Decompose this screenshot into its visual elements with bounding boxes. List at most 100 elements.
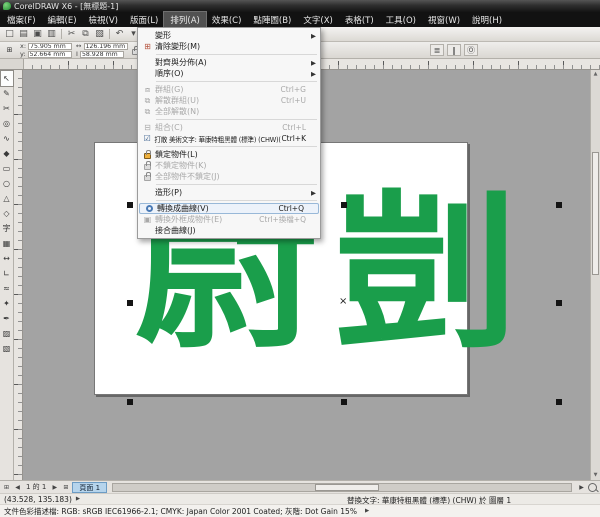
menu-item-shaping[interactable]: 造形(P) ▶ xyxy=(138,187,320,198)
rectangle-tool[interactable]: ▭ xyxy=(1,161,13,176)
horizontal-scrollbar[interactable] xyxy=(112,483,572,492)
menu-item-convert-to-curves[interactable]: 轉換成曲線(V) Ctrl+Q xyxy=(139,203,319,214)
dimension-tool[interactable]: ↔ xyxy=(1,251,13,266)
selection-handle-bottom-left[interactable] xyxy=(127,399,133,405)
new-document-icon[interactable]: □ xyxy=(3,28,16,41)
menu-separator xyxy=(156,200,317,201)
arrange-menu-popup: 變形 ▶ ⊞ 清除變形(M) 對齊與分佈(A) ▶ 順序(O) ▶ ⧈ 群組(G… xyxy=(137,27,321,239)
unlock-all-icon xyxy=(144,175,151,181)
outline-to-object-icon: ▣ xyxy=(140,215,155,224)
vertical-scrollbar[interactable]: ▲ ▼ xyxy=(590,70,600,480)
toolbar-separator xyxy=(109,29,110,39)
menu-item-transformations[interactable]: 變形 ▶ xyxy=(138,30,320,41)
text-columns-icon[interactable]: ‖ xyxy=(447,44,461,56)
first-page-button[interactable]: ◀ xyxy=(13,484,22,491)
profile-flyout-icon[interactable]: ▶ xyxy=(365,508,369,514)
menu-item-group: ⧈ 群組(G) Ctrl+G xyxy=(138,84,320,95)
selection-handle-top-middle[interactable] xyxy=(341,202,347,208)
selection-handle-bottom-middle[interactable] xyxy=(341,399,347,405)
last-page-button[interactable]: ▶ xyxy=(50,484,59,491)
smart-fill-tool[interactable]: ◆ xyxy=(1,146,13,161)
menu-file[interactable]: 檔案(F) xyxy=(1,12,42,27)
vertical-scroll-thumb[interactable] xyxy=(592,152,599,275)
eyedropper-tool[interactable]: ✦ xyxy=(1,296,13,311)
basic-shapes-tool[interactable]: ◇ xyxy=(1,206,13,221)
toolbox: ↖ ✎ ✂ ◎ ∿ ◆ ▭ ○ △ ◇ 字 ▦ ↔ ∟ ≈ ✦ ✒ ▨ ▧ xyxy=(0,70,14,480)
paste-icon[interactable]: ▧ xyxy=(93,28,106,41)
shape-tool[interactable]: ✎ xyxy=(1,86,13,101)
height-icon: Ⅰ xyxy=(76,50,78,58)
menu-tools[interactable]: 工具(O) xyxy=(380,12,422,27)
page-navigator-bar: ⊞ ◀ 1 的 1 ▶ ⊞ 頁面 1 ▶ xyxy=(0,480,600,493)
scroll-down-icon[interactable]: ▼ xyxy=(591,471,600,480)
crop-tool[interactable]: ✂ xyxy=(1,101,13,116)
polygon-tool[interactable]: △ xyxy=(1,191,13,206)
selection-handle-top-right[interactable] xyxy=(556,202,562,208)
table-tool[interactable]: ▦ xyxy=(1,236,13,251)
add-page-button-right[interactable]: ⊞ xyxy=(61,484,70,491)
selection-center-marker[interactable]: × xyxy=(339,298,347,306)
selection-handle-bottom-right[interactable] xyxy=(556,399,562,405)
menu-layout[interactable]: 版面(L) xyxy=(124,12,164,27)
outline-pen-tool[interactable]: ✒ xyxy=(1,311,13,326)
menu-item-break-apart[interactable]: ☑ 打散 美術文字: 華康特粗黑體 (標準) (CHW)(B) Ctrl+K xyxy=(138,133,320,144)
vertical-ruler[interactable] xyxy=(14,70,23,480)
unlock-icon xyxy=(144,164,151,170)
pick-tool[interactable]: ↖ xyxy=(1,71,13,86)
selection-handle-top-left[interactable] xyxy=(127,202,133,208)
connector-tool[interactable]: ∟ xyxy=(1,266,13,281)
menu-item-join-curves[interactable]: 接合曲線(J) xyxy=(138,225,320,236)
menu-help[interactable]: 說明(H) xyxy=(466,12,508,27)
interactive-fill-tool[interactable]: ▧ xyxy=(1,341,13,356)
selection-handle-middle-right[interactable] xyxy=(556,300,562,306)
page-tab[interactable]: 頁面 1 xyxy=(72,482,107,493)
submenu-arrow-icon: ▶ xyxy=(311,32,316,40)
zoom-tool[interactable]: ◎ xyxy=(1,116,13,131)
scroll-up-icon[interactable]: ▲ xyxy=(591,70,600,79)
menu-edit[interactable]: 編輯(E) xyxy=(42,12,83,27)
convert-to-curves-icon xyxy=(146,205,153,212)
freehand-tool[interactable]: ∿ xyxy=(1,131,13,146)
menu-table[interactable]: 表格(T) xyxy=(339,12,380,27)
scroll-right-icon[interactable]: ▶ xyxy=(577,484,586,491)
ungroup-all-icon: ⧉ xyxy=(140,107,155,117)
undo-icon[interactable]: ↶ xyxy=(113,28,126,41)
menu-effects[interactable]: 效果(C) xyxy=(206,12,248,27)
width-icon: ↔ xyxy=(76,42,81,50)
coords-flyout-icon[interactable]: ▶ xyxy=(76,496,80,502)
navigator-magnifier-icon[interactable] xyxy=(588,483,597,492)
ruler-origin-corner[interactable] xyxy=(0,59,24,69)
cut-icon[interactable]: ✂ xyxy=(65,28,78,41)
menu-view[interactable]: 檢視(V) xyxy=(83,12,124,27)
break-apart-icon: ☑ xyxy=(140,134,154,143)
save-icon[interactable]: ▣ xyxy=(31,28,44,41)
menu-item-clear-transformations[interactable]: ⊞ 清除變形(M) xyxy=(138,41,320,52)
menu-bitmaps[interactable]: 點陣圖(B) xyxy=(247,12,297,27)
menu-item-order[interactable]: 順序(O) ▶ xyxy=(138,68,320,79)
submenu-arrow-icon: ▶ xyxy=(311,189,316,197)
menu-text[interactable]: 文字(X) xyxy=(297,12,338,27)
fill-tool[interactable]: ▨ xyxy=(1,326,13,341)
menu-separator xyxy=(156,184,317,185)
copy-icon[interactable]: ⧉ xyxy=(79,28,92,41)
object-height-field[interactable]: 58.928 mm xyxy=(80,51,124,58)
object-position-icon: ⊞ xyxy=(3,44,16,57)
menu-item-align-distribute[interactable]: 對齊與分佈(A) ▶ xyxy=(138,57,320,68)
add-page-button[interactable]: ⊞ xyxy=(2,484,11,491)
menu-arrange[interactable]: 排列(A) xyxy=(164,12,205,27)
blend-tool[interactable]: ≈ xyxy=(1,281,13,296)
x-position-field[interactable]: 75.905 mm xyxy=(28,43,72,50)
text-align-icon[interactable]: ≣ xyxy=(430,44,444,56)
print-icon[interactable]: ▥ xyxy=(45,28,58,41)
menu-window[interactable]: 視窗(W) xyxy=(422,12,466,27)
drop-cap-icon[interactable]: Ⓞ xyxy=(464,44,478,56)
text-tool[interactable]: 字 xyxy=(1,221,13,236)
open-icon[interactable]: ▤ xyxy=(17,28,30,41)
cursor-coordinates: (43.528, 135.183) xyxy=(4,495,72,504)
menu-item-lock-object[interactable]: 鎖定物件(L) xyxy=(138,149,320,160)
ellipse-tool[interactable]: ○ xyxy=(1,176,13,191)
object-width-field[interactable]: 126.196 mm xyxy=(84,43,128,50)
horizontal-scroll-thumb[interactable] xyxy=(315,484,379,491)
y-position-field[interactable]: 52.664 mm xyxy=(28,51,72,58)
selection-handle-middle-left[interactable] xyxy=(127,300,133,306)
